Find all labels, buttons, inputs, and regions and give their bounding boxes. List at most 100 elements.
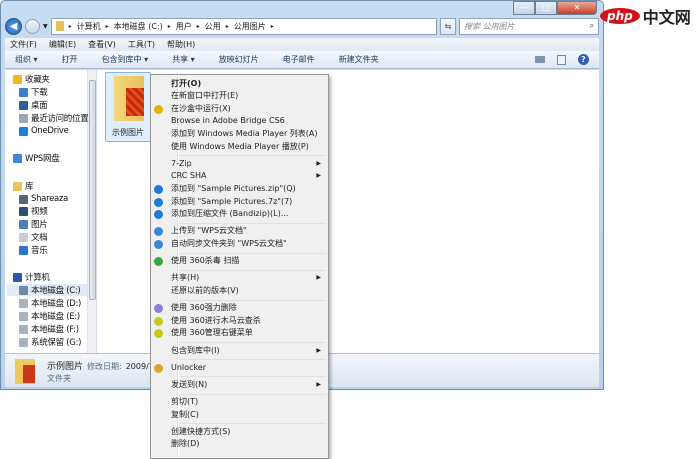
view-options-icon[interactable] xyxy=(535,56,545,63)
nav-item[interactable]: 最近访问的位置 xyxy=(19,112,89,124)
context-menu-item[interactable]: 使用 360管理右键菜单 xyxy=(151,327,328,340)
nav-item[interactable]: 本地磁盘 (D:) xyxy=(19,297,81,309)
folder-thumbnail-icon xyxy=(114,76,144,121)
nav-item[interactable]: 音乐 xyxy=(19,244,48,256)
breadcrumb-item[interactable]: 计算机 xyxy=(77,21,101,32)
minimize-button[interactable]: — xyxy=(513,1,535,15)
nav-item[interactable]: 本地磁盘 (F:) xyxy=(19,323,79,335)
folder-icon xyxy=(55,21,64,31)
toolbar-button[interactable]: 组织 ▾ xyxy=(15,54,38,65)
nav-item[interactable]: OneDrive xyxy=(19,125,69,137)
toolbar-button[interactable]: 打开 xyxy=(62,54,78,65)
context-menu-item[interactable]: 删除(D) xyxy=(151,438,328,451)
menu-4[interactable]: 帮助(H) xyxy=(167,39,195,50)
nav-item[interactable]: 图片 xyxy=(19,218,48,230)
context-menu-item[interactable]: 添加到 Windows Media Player 列表(A) xyxy=(151,128,328,141)
context-menu-item[interactable]: 上传到 "WPS云文档" xyxy=(151,225,328,238)
context-menu-item[interactable]: 使用 360杀毒 扫描 xyxy=(151,255,328,268)
context-menu-item[interactable]: Unlocker xyxy=(151,362,328,375)
breadcrumb-item[interactable]: 公用 xyxy=(205,21,221,32)
context-menu-item[interactable]: 在沙盒中运行(X) xyxy=(151,103,328,116)
music-icon xyxy=(19,245,28,255)
maximize-button[interactable]: □ xyxy=(535,1,557,15)
toolbar-button[interactable]: 包含到库中 ▾ xyxy=(102,54,149,65)
breadcrumb-item[interactable]: 本地磁盘 (C:) xyxy=(114,21,163,32)
context-menu-item[interactable]: 添加到压缩文件 (Bandizip)(L)... xyxy=(151,208,328,221)
nav-item[interactable]: 计算机 xyxy=(13,271,50,283)
menu-0[interactable]: 文件(F) xyxy=(10,39,37,50)
context-menu-item[interactable]: 共享(H) ▶ xyxy=(151,272,328,285)
breadcrumb-separator-icon[interactable]: ▸ xyxy=(168,23,171,30)
status-type: 文件夹 xyxy=(47,374,71,383)
history-dropdown-icon[interactable]: ▼ xyxy=(43,23,48,30)
breadcrumb-separator-icon[interactable]: ▸ xyxy=(226,23,229,30)
menu-item-label: 自动同步文件夹到 "WPS云文档" xyxy=(171,239,287,248)
search-input[interactable]: 搜索 公用图片 ⌕ xyxy=(459,17,599,35)
context-menu-item[interactable]: 发送到(N) ▶ xyxy=(151,379,328,392)
shareaza-icon xyxy=(19,194,28,204)
context-menu-item[interactable]: 使用 360进行木马云查杀 xyxy=(151,315,328,328)
drive-icon xyxy=(19,324,28,334)
breadcrumb-separator-icon[interactable]: ▸ xyxy=(197,23,200,30)
breadcrumb-item[interactable]: 公用图片 xyxy=(234,21,266,32)
nav-item[interactable]: 本地磁盘 (E:) xyxy=(19,310,80,322)
nav-item[interactable]: 库 xyxy=(13,180,34,192)
context-menu-item[interactable]: CRC SHA ▶ xyxy=(151,170,328,183)
help-icon[interactable]: ? xyxy=(578,54,589,65)
context-menu-item[interactable]: 还原以前的版本(V) xyxy=(151,285,328,298)
status-name: 示例图片 xyxy=(47,362,84,372)
menu-2[interactable]: 查看(V) xyxy=(88,39,116,50)
nav-item[interactable]: 视频 xyxy=(19,205,48,217)
menu-item-label: 使用 Windows Media Player 播放(P) xyxy=(171,141,309,151)
menu-item-label: 共享(H) xyxy=(171,273,200,283)
menu-item-label: 在新窗口中打开(E) xyxy=(171,91,239,101)
nav-item[interactable]: 下载 xyxy=(19,86,48,98)
forward-button[interactable] xyxy=(25,18,40,34)
context-menu-item[interactable]: 复制(C) xyxy=(151,409,328,422)
address-bar[interactable]: ▸ 计算机 ▸ 本地磁盘 (C:) ▸ 用户 ▸ 公用 ▸ 公用图片 ▸ xyxy=(50,17,437,35)
scrollbar-thumb[interactable] xyxy=(89,80,96,300)
refresh-button[interactable]: ⇆ xyxy=(440,17,456,35)
context-menu-item[interactable]: 7-Zip ▶ xyxy=(151,158,328,171)
context-menu-item[interactable]: 打开(O) xyxy=(151,78,328,91)
context-menu-item[interactable]: 自动同步文件夹到 "WPS云文档" xyxy=(151,238,328,251)
context-menu-item[interactable]: 剪切(T) xyxy=(151,396,328,409)
toolbar-button[interactable]: 放映幻灯片 xyxy=(219,54,259,65)
breadcrumb-separator-icon[interactable]: ▸ xyxy=(69,23,72,30)
folder-name: 示例图片 xyxy=(112,128,144,137)
close-button[interactable]: ✕ xyxy=(557,1,597,15)
context-menu-item[interactable]: Browse in Adobe Bridge CS6 xyxy=(151,115,328,128)
back-button[interactable]: ◀ xyxy=(5,17,22,35)
context-menu-item[interactable]: 使用 Windows Media Player 播放(P) xyxy=(151,141,328,154)
breadcrumb-separator-icon[interactable]: ▸ xyxy=(271,23,274,30)
menu-item-label: 打开(O) xyxy=(171,78,202,88)
context-menu-item[interactable]: 在新窗口中打开(E) xyxy=(151,90,328,103)
folder-item[interactable]: 示例图片 xyxy=(105,72,151,142)
menu-item-label: 添加到压缩文件 (Bandizip)(L)... xyxy=(171,209,289,219)
nav-item[interactable]: 本地磁盘 (C:) xyxy=(7,284,87,296)
menu-item-label: 上传到 "WPS云文档" xyxy=(171,226,247,236)
nav-item[interactable]: Shareaza xyxy=(19,193,68,205)
context-menu-item[interactable]: 使用 360强力删除 xyxy=(151,302,328,315)
nav-item[interactable]: 收藏夹 xyxy=(13,73,50,85)
breadcrumb-separator-icon[interactable]: ▸ xyxy=(106,23,109,30)
context-menu-item[interactable]: 添加到 "Sample Pictures.zip"(Q) xyxy=(151,183,328,196)
nav-item-label: 本地磁盘 (C:) xyxy=(31,286,81,296)
nav-item[interactable]: 文档 xyxy=(19,231,48,243)
context-menu-item[interactable]: 创建快捷方式(S) xyxy=(151,426,328,439)
menu-3[interactable]: 工具(T) xyxy=(128,39,155,50)
context-menu-item[interactable]: 包含到库中(I) ▶ xyxy=(151,345,328,358)
preview-pane-icon[interactable] xyxy=(557,54,566,65)
nav-item[interactable]: WPS网盘 xyxy=(13,152,60,164)
nav-item[interactable]: 桌面 xyxy=(19,99,48,111)
nav-item-label: 系统保留 (G:) xyxy=(31,338,82,348)
toolbar-button[interactable]: 共享 ▾ xyxy=(172,54,195,65)
context-menu-item[interactable]: 添加到 "Sample Pictures.7z"(7) xyxy=(151,196,328,209)
toolbar-button[interactable]: 新建文件夹 xyxy=(339,54,379,65)
nav-item[interactable]: 系统保留 (G:) xyxy=(19,336,81,348)
shield-icon xyxy=(154,257,163,267)
menu-1[interactable]: 编辑(E) xyxy=(49,39,76,50)
breadcrumb-item[interactable]: 用户 xyxy=(176,21,192,32)
menu-item-label: CRC SHA xyxy=(171,171,207,181)
toolbar-button[interactable]: 电子邮件 xyxy=(283,54,315,65)
